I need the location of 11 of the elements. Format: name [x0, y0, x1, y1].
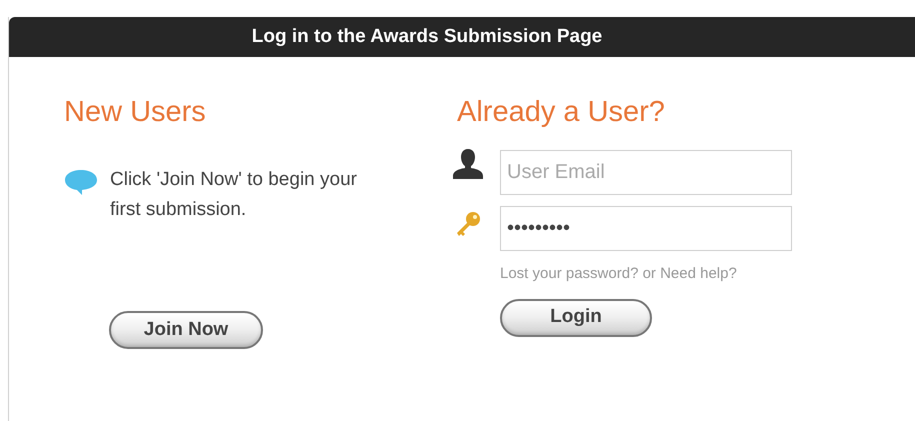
key-icon	[455, 210, 483, 238]
user-icon	[451, 148, 485, 180]
email-field[interactable]: User Email	[500, 150, 792, 195]
login-button[interactable]: Login	[500, 298, 652, 336]
password-field[interactable]: •••••••••	[500, 206, 792, 251]
header-title: Log in to the Awards Submission Page	[252, 24, 604, 49]
join-now-button[interactable]: Join Now	[109, 311, 263, 349]
section-heading: New Users	[64, 95, 207, 130]
section-heading: Already a User?	[457, 95, 666, 130]
speech-bubble-icon	[64, 168, 98, 196]
join-message: Click 'Join Now' to begin your first submission.	[110, 168, 358, 222]
